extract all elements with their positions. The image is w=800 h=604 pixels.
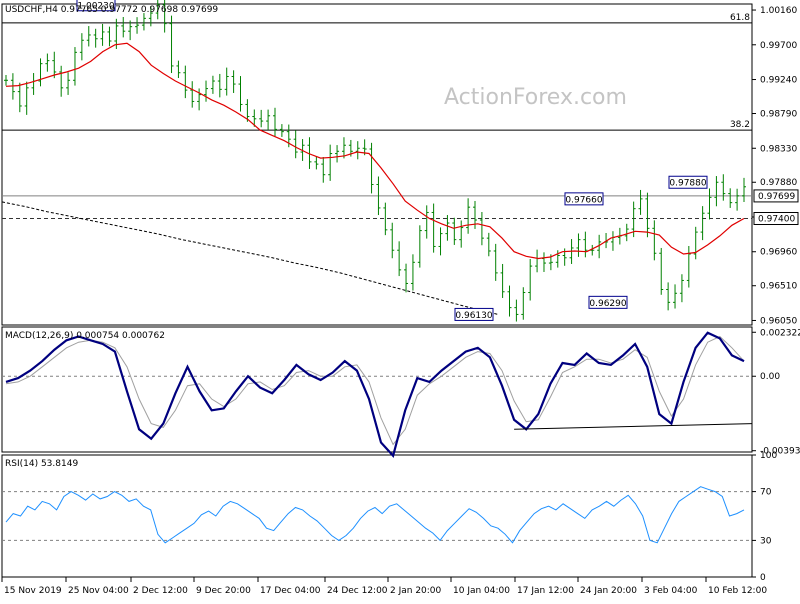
symbol-text: USDCHF,H4 xyxy=(5,5,58,15)
x-tick-label: 17 Jan 12:00 xyxy=(517,586,574,596)
price-tick-label: 0.96510 xyxy=(760,282,797,292)
annotation-label: 0.96130 xyxy=(455,311,492,321)
price-annotation: 0.97660 xyxy=(564,192,604,206)
support-price-tag: 0.97400 xyxy=(753,212,799,226)
x-tick-label: 9 Dec 20:00 xyxy=(196,586,251,596)
rsi-tick-label: 0 xyxy=(760,573,766,583)
x-tick-label: 2 Jan 20:00 xyxy=(390,586,442,596)
x-tick-label: 25 Nov 04:00 xyxy=(68,586,129,596)
price-annotation: 0.96290 xyxy=(588,295,628,309)
rsi-tick-label: 30 xyxy=(760,536,772,546)
price-tick-label: 0.97880 xyxy=(760,178,797,188)
price-annotation: 0.97880 xyxy=(668,175,708,189)
price-tick-label: 1.00160 xyxy=(760,6,797,16)
fib-label-2: 38.2 xyxy=(730,120,750,130)
x-tick-label: 10 Jan 04:00 xyxy=(453,586,510,596)
macd-tick-label: 0.002322 xyxy=(760,328,800,338)
x-tick-label: 24 Jan 20:00 xyxy=(580,586,637,596)
price-tick-label: 0.98330 xyxy=(760,144,797,154)
x-tick-label: 3 Feb 04:00 xyxy=(644,586,698,596)
price-tag-label: 0.97400 xyxy=(758,215,795,225)
price-annotation: 0.96130 xyxy=(454,307,494,321)
ohlc-text: 0.97765 0.97772 0.97698 0.97699 xyxy=(60,5,219,15)
x-tick-label: 15 Nov 2019 xyxy=(4,586,62,596)
rsi-tick-label: 70 xyxy=(760,488,772,498)
price-tick-label: 0.96050 xyxy=(760,316,797,326)
x-tick-label: 17 Dec 04:00 xyxy=(260,586,321,596)
chart-root: 61.8 38.2 1.00230 0.97660 0.97880 0.96130 0.96… xyxy=(0,0,800,600)
price-tick-label: 0.99240 xyxy=(760,76,797,86)
macd-tick-label: 0.00 xyxy=(760,372,780,382)
annotation-label: 0.96290 xyxy=(589,299,626,309)
chart-canvas: 61.838.21.002300.976600.978800.961300.96… xyxy=(0,0,800,600)
macd-title: MACD(12,26,9) 0.000754 0.000762 xyxy=(5,331,165,341)
x-tick-label: 2 Dec 12:00 xyxy=(133,586,188,596)
current-price-tag: 0.97699 xyxy=(753,189,799,203)
price-tick-label: 0.98790 xyxy=(760,110,797,120)
annotation-label: 0.97660 xyxy=(565,195,602,205)
price-tick-label: 0.99700 xyxy=(760,41,797,51)
symbol-label: USDCHF,H4 0.97765 0.97772 0.97698 0.9769… xyxy=(5,5,218,15)
rsi-tick-label: 100 xyxy=(760,451,777,461)
x-tick-label: 10 Feb 12:00 xyxy=(708,586,767,596)
x-tick-label: 24 Dec 12:00 xyxy=(327,586,388,596)
annotation-label: 0.97880 xyxy=(669,179,706,189)
price-tick-label: 0.96960 xyxy=(760,248,797,258)
rsi-title: RSI(14) 53.8149 xyxy=(5,459,79,469)
fib-label-1: 61.8 xyxy=(730,13,750,23)
price-tag-label: 0.97699 xyxy=(758,192,795,202)
watermark: ActionForex.com xyxy=(444,85,627,110)
